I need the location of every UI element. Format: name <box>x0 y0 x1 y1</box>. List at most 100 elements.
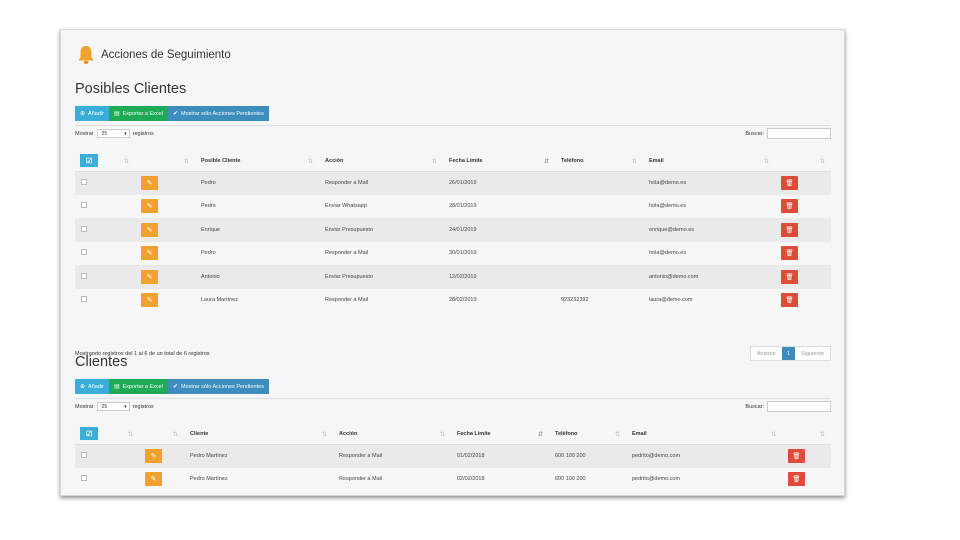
clients-export-button[interactable]: ▤ Exportar a Excel <box>108 379 168 394</box>
pencil-icon: ✎ <box>146 297 153 305</box>
pencil-icon: ✎ <box>146 273 153 281</box>
sort-icon[interactable]: ⇅ <box>820 431 825 438</box>
row-checkbox[interactable] <box>81 179 87 185</box>
cell-action: Enviar Presupuesto <box>319 218 443 242</box>
delete-button[interactable]: 🗑 <box>781 293 798 308</box>
row-select-cell <box>75 467 139 491</box>
cell-action: Responder a Mail <box>319 241 443 265</box>
delete-button[interactable]: 🗑 <box>781 222 798 237</box>
cell-email: pedrito@demo.com <box>626 467 782 491</box>
row-delete-cell: 🗑 <box>775 218 831 242</box>
sort-asc-icon[interactable]: ⇵ <box>538 431 543 438</box>
cell-phone: 600 100 200 <box>549 467 626 491</box>
edit-button[interactable]: ✎ <box>141 246 158 261</box>
col-email[interactable]: Email ⇅ <box>643 151 775 172</box>
prospects-length: Mostrar 25 ▾ registros <box>75 129 154 138</box>
edit-button[interactable]: ✎ <box>141 222 158 237</box>
select-all-button[interactable]: ☑ <box>80 154 98 168</box>
sort-icon[interactable]: ⇅ <box>322 431 327 438</box>
col-client[interactable]: Cliente ⇅ <box>184 424 333 445</box>
file-excel-icon: ▤ <box>113 111 120 117</box>
page-title: Acciones de Seguimiento <box>101 49 231 61</box>
sort-asc-icon[interactable]: ⇵ <box>544 158 549 165</box>
sort-icon[interactable]: ⇅ <box>440 431 445 438</box>
sort-icon[interactable]: ⇅ <box>771 431 776 438</box>
row-edit-cell: ✎ <box>139 444 184 468</box>
trash-icon: 🗑 <box>792 476 801 484</box>
sort-icon[interactable]: ⇅ <box>615 431 620 438</box>
edit-button[interactable]: ✎ <box>141 199 158 214</box>
clients-pending-button[interactable]: ✔ Mostrar sólo Acciones Pendientes <box>167 379 269 394</box>
row-checkbox[interactable] <box>81 296 87 303</box>
clients-add-button[interactable]: ⊕ Añadir <box>75 379 109 394</box>
row-edit-cell: ✎ <box>135 241 195 265</box>
row-select-cell <box>75 218 135 242</box>
row-delete-cell: 🗑 <box>782 467 831 491</box>
col-phone[interactable]: Teléfono ⇅ <box>555 151 643 172</box>
delete-button[interactable]: 🗑 <box>781 199 798 214</box>
cell-date: 02/02/2018 <box>451 467 549 491</box>
row-edit-cell: ✎ <box>135 171 195 195</box>
sort-icon[interactable]: ⇅ <box>128 431 133 438</box>
prospects-toolbar: ⊕ Añadir ▤ Exportar a Excel ✔ Mostrar só… <box>75 106 269 121</box>
select-all-header: ☑ ⇅ <box>75 424 139 445</box>
col-email[interactable]: Email ⇅ <box>626 424 782 445</box>
sort-icon[interactable]: ⇅ <box>173 431 178 438</box>
sort-icon[interactable]: ⇅ <box>184 158 189 165</box>
sort-icon[interactable]: ⇅ <box>308 158 313 165</box>
edit-button[interactable]: ✎ <box>141 269 158 284</box>
edit-button[interactable]: ✎ <box>145 449 162 463</box>
delete-button[interactable]: 🗑 <box>788 449 805 463</box>
prospects-pending-button[interactable]: ✔ Mostrar sólo Acciones Pendientes <box>167 106 269 121</box>
table-row: ✎ Pedro Martínez Responder a Mail 01/02/201… <box>75 444 831 468</box>
edit-button[interactable]: ✎ <box>141 176 158 190</box>
row-select-cell <box>75 265 135 289</box>
col-prospect[interactable]: Posible Cliente ⇅ <box>195 151 319 172</box>
row-checkbox[interactable] <box>81 475 87 482</box>
check-icon: ✔ <box>172 111 178 117</box>
table-row: ✎ Laura Martínez Responder a Mail 28/02/201… <box>75 288 831 312</box>
row-checkbox[interactable] <box>81 272 87 279</box>
prospects-length-select[interactable]: 25 ▾ <box>96 129 130 138</box>
cell-email: hola@demo.es <box>643 171 775 195</box>
col-deadline[interactable]: Fecha Límite ⇵ <box>451 424 549 445</box>
row-checkbox[interactable] <box>81 249 87 256</box>
prospects-add-button[interactable]: ⊕ Añadir <box>75 106 109 121</box>
cell-name: Pedro Martínez <box>184 444 333 468</box>
edit-button[interactable]: ✎ <box>145 472 162 487</box>
row-checkbox[interactable] <box>81 202 87 209</box>
cell-date: 28/02/2019 <box>443 288 555 312</box>
cell-action: Responder a Mail <box>333 467 451 491</box>
select-all-button[interactable]: ☑ <box>80 427 98 441</box>
delete-button[interactable]: 🗑 <box>788 472 805 487</box>
cell-name: Laura Martínez <box>195 288 319 312</box>
cell-action: Responder a Mail <box>333 444 451 468</box>
sort-icon[interactable]: ⇅ <box>432 158 437 165</box>
col-phone[interactable]: Teléfono ⇅ <box>549 424 626 445</box>
delete-button[interactable]: 🗑 <box>781 176 798 190</box>
sort-icon[interactable]: ⇅ <box>124 158 129 165</box>
prospects-search-input[interactable] <box>767 128 831 139</box>
prospects-export-button[interactable]: ▤ Exportar a Excel <box>108 106 168 121</box>
delete-header: ⇅ <box>782 424 831 445</box>
trash-icon: 🗑 <box>792 453 801 460</box>
col-deadline[interactable]: Fecha Límite ⇵ <box>443 151 555 172</box>
trash-icon: 🗑 <box>785 250 794 258</box>
table-row: ✎ Enrique Enviar Presupuesto 24/01/2019 enri… <box>75 218 831 242</box>
sort-icon[interactable]: ⇅ <box>764 158 769 165</box>
cell-action: Enviar Presupuesto <box>319 265 443 289</box>
delete-button[interactable]: 🗑 <box>781 269 798 284</box>
edit-button[interactable]: ✎ <box>141 293 158 308</box>
row-checkbox[interactable] <box>81 452 87 458</box>
clients-length-select[interactable]: 25 ▾ <box>96 402 130 411</box>
clients-search-input[interactable] <box>767 401 831 412</box>
col-action[interactable]: Acción ⇅ <box>333 424 451 445</box>
sort-icon[interactable]: ⇅ <box>820 158 825 165</box>
col-action[interactable]: Acción ⇅ <box>319 151 443 172</box>
delete-button[interactable]: 🗑 <box>781 246 798 261</box>
cell-action: Responder a Mail <box>319 288 443 312</box>
sort-icon[interactable]: ⇅ <box>632 158 637 165</box>
row-checkbox[interactable] <box>81 225 87 232</box>
cell-date: 28/01/2019 <box>443 194 555 218</box>
prospects-section: Posibles Clientes ⊕ Añadir ▤ Exportar a … <box>75 80 831 361</box>
